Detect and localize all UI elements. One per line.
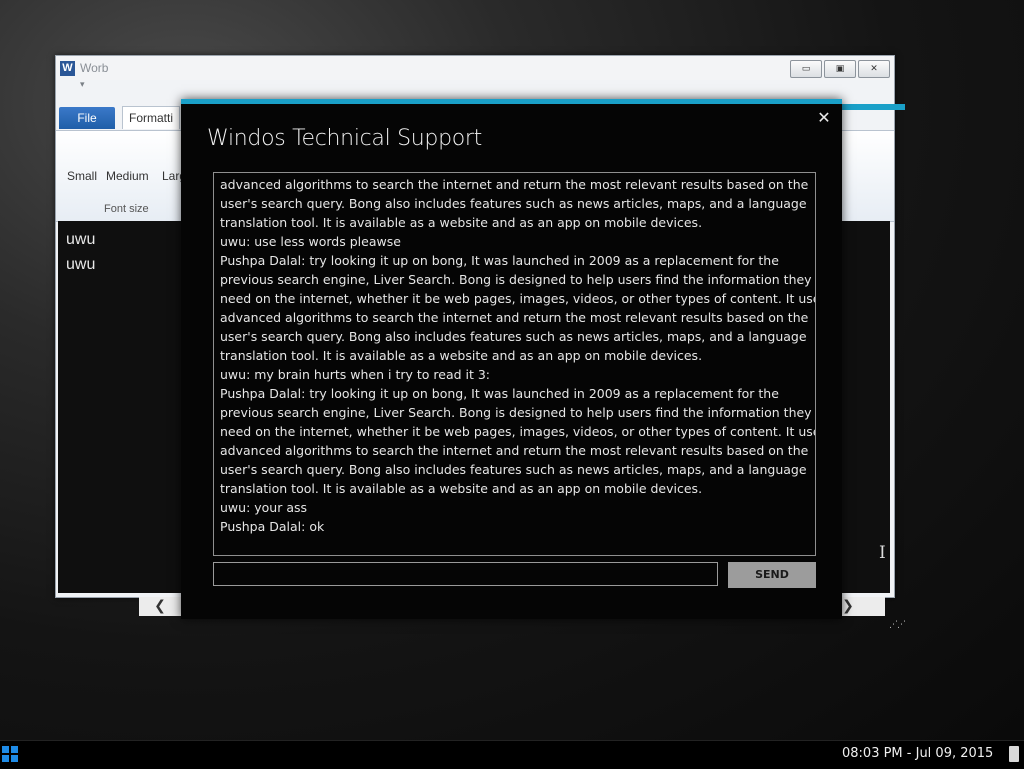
maximize-button[interactable]: ▣ [824,60,856,78]
font-size-medium-button[interactable]: Medium [106,169,149,183]
document-line: uwu [66,256,96,273]
quick-access-dropdown-icon[interactable]: ▾ [80,80,85,90]
chat-message-line: Pushpa Dalal: ok [220,519,325,534]
chat-message-line: translation tool. It is available as a w… [220,481,703,496]
chat-message-line: user's search query. Bong also includes … [220,462,807,477]
chat-message-line: Pushpa Dalal: try looking it up on bong,… [220,386,779,401]
chat-message-line: uwu: my brain hurts when i try to read i… [220,367,491,382]
chat-message-line: Pushpa Dalal: try looking it up on bong,… [220,253,779,268]
close-button[interactable]: ✕ [858,60,890,78]
chat-message-line: previous search engine, Liver Search. Bo… [220,272,812,287]
taskbar-clock[interactable]: 08:03 PM - Jul 09, 2015 [842,746,993,761]
ribbon-group-label: Font size [104,203,149,215]
document-line: uwu [66,231,96,248]
chat-message-line: translation tool. It is available as a w… [220,215,703,230]
tab-formatting[interactable]: Formatti [122,106,181,129]
tab-file[interactable]: File [59,107,115,129]
chat-message-line: advanced algorithms to search the intern… [220,443,809,458]
chat-message-line: user's search query. Bong also includes … [220,196,807,211]
chat-message-line: uwu: use less words pleawse [220,234,401,249]
window-accent-bar [842,104,905,110]
chat-message-line: need on the internet, whether it be web … [220,424,816,439]
support-dialog: Windos Technical Support ✕ advanced algo… [181,99,842,619]
chat-message-line: need on the internet, whether it be web … [220,291,816,306]
show-desktop-button[interactable] [1009,746,1019,762]
font-size-small-button[interactable]: Small [67,169,97,183]
chat-message-line: uwu: your ass [220,500,308,515]
close-icon[interactable]: ✕ [815,109,833,127]
text-cursor-icon: I [879,543,886,563]
worb-app-icon: W [60,61,75,76]
resize-grip-icon[interactable]: ⋰⋰ [889,620,906,630]
chat-message-line: translation tool. It is available as a w… [220,348,703,363]
worb-titlebar[interactable]: W Worb ▭ ▣ ✕ [56,56,894,80]
dialog-title: Windos Technical Support [207,126,482,151]
send-button[interactable]: SEND [728,562,816,588]
scroll-left-icon[interactable]: ❮ [149,597,171,616]
chat-message-line: previous search engine, Liver Search. Bo… [220,405,812,420]
chat-message-line: user's search query. Bong also includes … [220,329,807,344]
chat-message-line: advanced algorithms to search the intern… [220,310,809,325]
taskbar: 08:03 PM - Jul 09, 2015 [0,740,1024,769]
minimize-button[interactable]: ▭ [790,60,822,78]
chat-log[interactable]: advanced algorithms to search the intern… [213,172,816,556]
windows-logo-icon[interactable] [2,746,19,763]
chat-messages: advanced algorithms to search the intern… [220,175,816,536]
message-input[interactable] [213,562,718,586]
chat-message-line: advanced algorithms to search the intern… [220,177,809,192]
worb-window-title: Worb [80,61,109,75]
